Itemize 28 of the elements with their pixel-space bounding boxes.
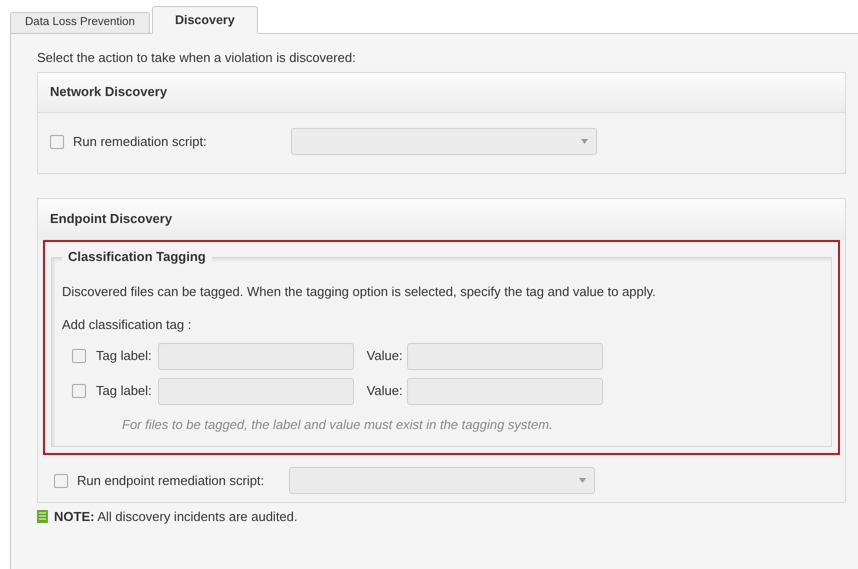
field-label: Tag label:: [96, 347, 152, 366]
tab[interactable]: Data Loss Prevention: [10, 12, 150, 34]
checkbox[interactable]: [50, 134, 64, 148]
caret-icon: [581, 139, 588, 144]
field-label: Tag label:: [96, 382, 152, 400]
field-label: Value:: [366, 382, 403, 400]
panel-header: Network Discovery: [38, 72, 845, 112]
checkbox[interactable]: [72, 384, 86, 398]
checkbox[interactable]: [54, 474, 68, 488]
checkbox-label: Run endpoint remediation script:: [77, 472, 266, 490]
note-text: NOTE: All discovery incidents are audited.: [54, 508, 298, 526]
note-icon: [37, 510, 48, 524]
caret-icon: [579, 478, 586, 483]
input-field[interactable]: [406, 378, 603, 404]
checkbox-label: Run remediation script:: [73, 132, 208, 151]
instruction-text: Select the action to take when a violation is discovered:: [37, 49, 357, 67]
checkbox[interactable]: [72, 349, 86, 363]
input-field[interactable]: [158, 342, 354, 370]
input-field[interactable]: [406, 342, 603, 370]
field-label: Value:: [366, 347, 403, 366]
panel-header: Endpoint Discovery: [38, 198, 845, 240]
hint-text: For files to be tagged, the label and value must exist in the tagging system.: [121, 416, 554, 434]
input-field[interactable]: [158, 378, 354, 404]
dropdown[interactable]: [291, 128, 597, 155]
description-text: Discovered files can be tagged. When the tagging option is selected, specify the tag and value to apply.: [62, 282, 657, 301]
field-label: Add classification tag :: [62, 316, 192, 334]
dropdown[interactable]: [289, 467, 595, 494]
tab[interactable]: Discovery: [152, 6, 258, 34]
